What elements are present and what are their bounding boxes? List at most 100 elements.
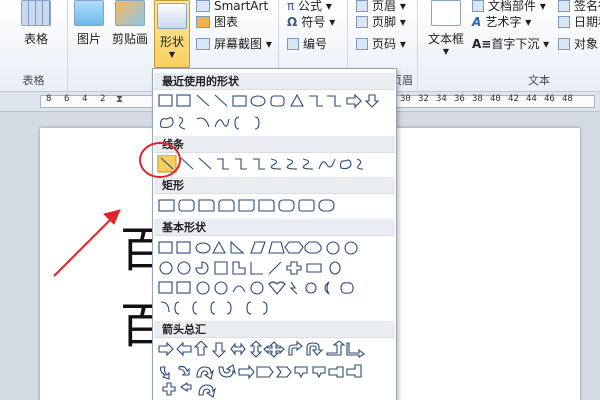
- object-button[interactable]: 对象: [558, 34, 598, 54]
- striped-right-arrow-icon: [238, 364, 255, 380]
- right-brace-shape-icon: [254, 116, 260, 130]
- quad-arrow-callout-icon: [162, 382, 176, 396]
- hexagon-icon: [284, 241, 304, 254]
- rounded-rect-icon: [178, 199, 195, 212]
- ruler-number: 8: [46, 94, 52, 104]
- arrows-shapes-rows: [157, 341, 393, 400]
- table-group: 表格 表格: [0, 0, 68, 92]
- freeform-tool-icon: [339, 159, 352, 170]
- bent-up-arrow-icon: [346, 342, 365, 358]
- teardrop-icon: [195, 261, 209, 275]
- section-basic-header: 基本形状: [154, 219, 395, 236]
- curve-shape-icon: [214, 118, 230, 128]
- chevron-down-icon: ▼: [442, 47, 450, 56]
- left-bracket-icon: [210, 301, 216, 315]
- recent-shapes-row: [157, 93, 393, 133]
- triangle-shape-icon: [290, 93, 304, 107]
- curved-down-arrow-icon: [218, 364, 237, 378]
- elbow-double-arrow-tool-icon: [253, 158, 265, 170]
- symbol-button[interactable]: Ω 符号 ▾: [287, 12, 335, 32]
- lines-shapes-grid[interactable]: [157, 155, 393, 175]
- right-brace-basic-icon: [262, 301, 268, 315]
- arc-basic-icon: [160, 301, 170, 313]
- datetime-button[interactable]: 日期和: [558, 12, 600, 32]
- shapes-menu: 最近使用的形状 线条 矩形 基本形状 箭头总汇: [152, 68, 397, 400]
- double-bracket-icon: [174, 301, 180, 315]
- ruler-number: 48: [562, 94, 573, 104]
- text-group: 文本框 ▼ 文档部件 ▾ A 艺术字 ▾ A≡首字下沉 ▾ 签名行 日期和 对象…: [418, 0, 600, 92]
- text-group-label: 文本: [528, 74, 550, 87]
- lightning-icon: [289, 281, 298, 295]
- left-right-arrow-callout-icon: [180, 381, 192, 393]
- picture-button[interactable]: 图片: [72, 0, 106, 47]
- table-button[interactable]: 表格: [18, 0, 54, 47]
- down-arrow-shape-icon: [364, 94, 380, 108]
- pagenum-button[interactable]: 页码 ▾: [356, 34, 406, 54]
- quad-arrow-icon: [263, 341, 285, 358]
- ruler-number: 44: [526, 94, 537, 104]
- shapes-button[interactable]: 形状 ▼: [154, 0, 190, 68]
- u-turn-arrow-icon: [306, 342, 324, 356]
- rectangles-shapes-row: [157, 198, 393, 214]
- snip-corner-rect-icon: [198, 199, 215, 212]
- moon-icon: [324, 281, 330, 295]
- smartart-icon: [196, 0, 210, 12]
- up-arrow-callout-icon: [346, 364, 362, 378]
- section-lines-header: 线条: [154, 136, 395, 153]
- elbow-arrow-tool-icon: [235, 158, 247, 170]
- basic-triangle-icon: [212, 240, 226, 254]
- wordart-button[interactable]: A 艺术字 ▾: [472, 12, 531, 32]
- basic-shapes-grid[interactable]: [157, 240, 393, 316]
- textbox-button[interactable]: 文本框 ▼: [424, 0, 468, 56]
- rect-icon: [158, 199, 175, 212]
- ruler-number: 42: [508, 94, 519, 104]
- basic-oval-icon: [195, 242, 211, 254]
- round-snip-rect-icon: [258, 199, 275, 212]
- curved-up-arrow-icon: [196, 366, 215, 380]
- pagenum-icon: [356, 38, 368, 50]
- screenshot-button[interactable]: 屏幕截图 ▾: [196, 34, 272, 54]
- indent-marker-icon[interactable]: ⧗: [116, 94, 123, 105]
- trapezoid-icon: [268, 241, 285, 254]
- section-recent-header: 最近使用的形状: [154, 73, 395, 90]
- recent-shapes-grid[interactable]: [157, 93, 393, 133]
- up-down-arrow-icon: [249, 341, 263, 358]
- elbow-connector-icon: [309, 95, 323, 107]
- l-shape-icon: [250, 262, 263, 275]
- ruler-number: 38: [472, 94, 483, 104]
- left-arrow-callout-icon: [328, 366, 344, 378]
- footer-button[interactable]: 页脚 ▾: [356, 12, 406, 32]
- scribble-shape-icon: [178, 116, 186, 130]
- double-brace-icon: [192, 301, 198, 315]
- screenshot-icon: [196, 38, 210, 50]
- ruler-number: 32: [418, 94, 429, 104]
- table-group-label: 表格: [22, 74, 45, 87]
- rectangles-shapes-grid[interactable]: [157, 198, 393, 214]
- clipart-button[interactable]: 剪贴画: [110, 0, 150, 47]
- picture-icon: [74, 0, 104, 26]
- diagonal-stripe-icon: [268, 261, 282, 275]
- textbox-shape-icon: [158, 94, 173, 107]
- arrows-shapes-grid[interactable]: [157, 341, 393, 400]
- snip-same-side-rect-icon: [218, 199, 235, 212]
- curved-connector-tool-icon: [270, 158, 282, 170]
- chart-icon: [196, 16, 210, 28]
- right-bracket-icon: [226, 301, 232, 315]
- basic-vertical-textbox-icon: [176, 241, 191, 254]
- ruler-number: 46: [544, 94, 555, 104]
- left-brace-basic-icon: [246, 301, 252, 315]
- plus-icon: [286, 261, 302, 275]
- rounded-rect-shape-icon: [270, 95, 285, 107]
- table-icon: [21, 0, 51, 26]
- arrow-line-shape-icon: [214, 94, 228, 107]
- freeform-shape-icon: [160, 117, 174, 129]
- number-button[interactable]: 编号: [287, 34, 327, 54]
- vertical-textbox-shape-icon: [176, 94, 191, 107]
- decagon-icon: [326, 241, 340, 255]
- dropcap-button[interactable]: A≡首字下沉 ▾: [472, 34, 549, 54]
- round-same-side-icon: [298, 199, 315, 212]
- parallelogram-icon: [250, 241, 266, 254]
- curved-left-arrow-icon: [178, 365, 190, 376]
- right-arrow-icon: [158, 341, 174, 357]
- chart-button[interactable]: 图表: [196, 12, 238, 32]
